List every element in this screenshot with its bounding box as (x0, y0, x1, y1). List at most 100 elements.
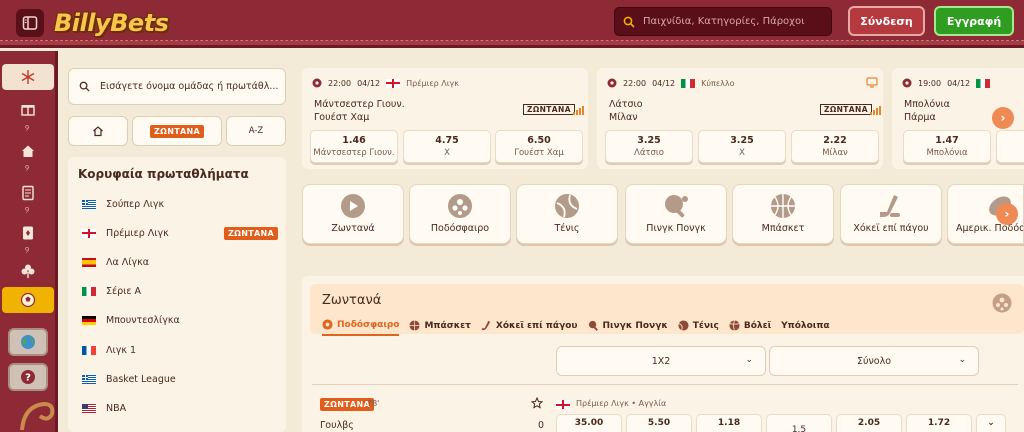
league-item[interactable]: Λιγκ 1 (82, 341, 278, 359)
live-tab-others[interactable]: Υπόλοιπα (781, 319, 830, 336)
greece-flag-icon (82, 374, 96, 384)
tab-label: Χόκεϊ επί πάγου (495, 320, 578, 331)
odds-button[interactable]: 1.46 Μάντσεστερ Γιουν. (310, 130, 398, 163)
expand-row-button[interactable]: ⌄ (976, 414, 1006, 432)
ball-icon (20, 292, 36, 308)
league-name: Λα Λίγκα (106, 256, 149, 268)
sport-tile-pingpong[interactable]: Πινγκ Πονγκ (625, 184, 727, 244)
sport-tile-football[interactable]: Ποδόσφαιρο (409, 184, 511, 244)
odds-button[interactable]: 1.72 (906, 414, 972, 432)
sport-tile-tennis[interactable]: Τένις (516, 184, 618, 244)
football-icon (607, 78, 617, 88)
odds-button[interactable]: 6.50 Γουέστ Χαμ (495, 130, 583, 163)
matches-next-arrow[interactable]: › (992, 107, 1014, 129)
team-name: Γουλβς (320, 420, 354, 431)
promo-rail-button[interactable] (2, 64, 54, 90)
football-icon (992, 293, 1012, 313)
league-name: Πρέμιερ Λιγκ (106, 227, 169, 239)
star-icon[interactable] (531, 397, 543, 409)
sport-tile-live[interactable]: Ζωντανά (302, 184, 404, 244)
coupon-icon (22, 185, 34, 201)
match-teams: Μπολόνια Πάρμα (904, 98, 950, 124)
sport-label: Χόκεϊ επί πάγου (853, 223, 929, 234)
france-flag-icon (82, 345, 96, 355)
live-tab-football[interactable]: Ποδόσφαιρο (322, 319, 400, 336)
odds-button[interactable]: 1.47 Μπολόνια (903, 130, 991, 163)
football-icon (448, 194, 472, 218)
odds-button[interactable]: 2.05 (836, 414, 902, 432)
live-tab-tennis[interactable]: Τένις (678, 319, 719, 336)
home-icon (22, 145, 34, 157)
team-search[interactable] (68, 68, 286, 105)
league-name: Λιγκ 1 (106, 344, 136, 356)
volleyball-icon (729, 320, 740, 331)
league-item[interactable]: Basket League (82, 370, 278, 388)
help-rail-button[interactable]: ? (8, 363, 48, 391)
league-item[interactable]: Μπουντεσλίγκα (82, 312, 278, 330)
tab-label: Πινγκ Πονγκ (602, 320, 668, 331)
coupon-rail-button[interactable] (6, 180, 50, 206)
login-button[interactable]: Σύνδεση (848, 6, 925, 36)
odd-value: 4.75 (435, 135, 459, 146)
sports-rail-button[interactable] (2, 287, 54, 313)
team-search-input[interactable] (100, 81, 280, 92)
gift-rail-button[interactable] (6, 96, 50, 122)
clover-rail-button[interactable] (6, 258, 50, 284)
sport-tile-basketball[interactable]: Μπάσκετ (732, 184, 834, 244)
home-team: Μάντσεστερ Γιουν. (314, 99, 405, 110)
league-item[interactable]: Λα Λίγκα (82, 253, 278, 271)
sports-next-arrow[interactable]: › (996, 203, 1018, 225)
league-item[interactable]: NBA (82, 399, 278, 417)
sport-label: Μπάσκετ (761, 223, 805, 234)
italy-flag-icon (681, 78, 696, 88)
match-league: Πρέμιερ Λιγκ • Αγγλία (576, 399, 667, 408)
rail-ornament: ୨ (24, 164, 30, 174)
market-select-1x2[interactable]: 1X2 ⌄ (556, 346, 766, 376)
league-item[interactable]: Πρέμιερ Λιγκ ΖΩΝΤΑΝΑ (82, 224, 278, 242)
filter-live-button[interactable]: ΖΩΝΤΑΝΑ (132, 116, 222, 146)
match-teams: Μάντσεστερ Γιουν. Γουέστ Χαμ (314, 98, 405, 124)
live-tab-basketball[interactable]: Μπάσκετ (409, 319, 471, 336)
top-header: BillyBets Σύνδεση Εγγραφή (0, 0, 1024, 48)
odds-button[interactable]: 5.50 (626, 414, 692, 432)
england-flag-icon (82, 228, 96, 238)
league-item[interactable]: Σούπερ Λιγκ (82, 195, 278, 213)
svg-text:?: ? (25, 373, 31, 384)
global-search[interactable] (614, 7, 832, 36)
logo[interactable]: BillyBets (54, 6, 169, 40)
divider (312, 384, 1018, 385)
search-icon (623, 16, 635, 28)
match-league: Κύπελλο (701, 78, 735, 88)
league-item[interactable]: Σέριε A (82, 283, 278, 301)
tennis-icon (678, 320, 689, 331)
filter-az-button[interactable]: A-Z (226, 116, 286, 146)
odds-button[interactable]: 1.18 (696, 414, 762, 432)
live-tab-hockey[interactable]: Χόκεϊ επί πάγου (481, 319, 578, 336)
pingpong-icon (588, 320, 598, 331)
odds-button[interactable]: 4.75 X (403, 130, 491, 163)
odds-button[interactable]: 2.22 Μίλαν (791, 130, 879, 163)
league-name: Basket League (106, 373, 176, 385)
global-search-input[interactable] (643, 16, 823, 27)
sidebar-toggle-button[interactable] (16, 9, 44, 37)
odds-button[interactable]: 35.00 (556, 414, 622, 432)
sport-tile-hockey[interactable]: Χόκεϊ επί πάγου (840, 184, 942, 244)
odds-button[interactable]: 3.25 X (698, 130, 786, 163)
home-rail-button[interactable] (6, 138, 50, 164)
cards-rail-button[interactable] (6, 220, 50, 246)
live-tab-pingpong[interactable]: Πινγκ Πονγκ (588, 319, 668, 336)
match-time: 22:00 (623, 78, 647, 88)
football-icon (902, 78, 912, 88)
help-icon: ? (21, 370, 35, 384)
odds-button[interactable] (996, 130, 1024, 163)
match-time: 22:00 (328, 78, 352, 88)
market-select-total[interactable]: Σύνολο ⌄ (769, 346, 979, 376)
football-icon (312, 78, 322, 88)
pingpong-icon (665, 195, 688, 218)
italy-flag-icon (976, 78, 991, 88)
live-tab-volleyball[interactable]: Βόλεϊ (729, 319, 771, 336)
register-button[interactable]: Εγγραφή (934, 6, 1014, 36)
language-rail-button[interactable] (8, 328, 48, 356)
odds-button[interactable]: 3.25 Λάτσιο (605, 130, 693, 163)
filter-home-button[interactable] (68, 116, 128, 146)
